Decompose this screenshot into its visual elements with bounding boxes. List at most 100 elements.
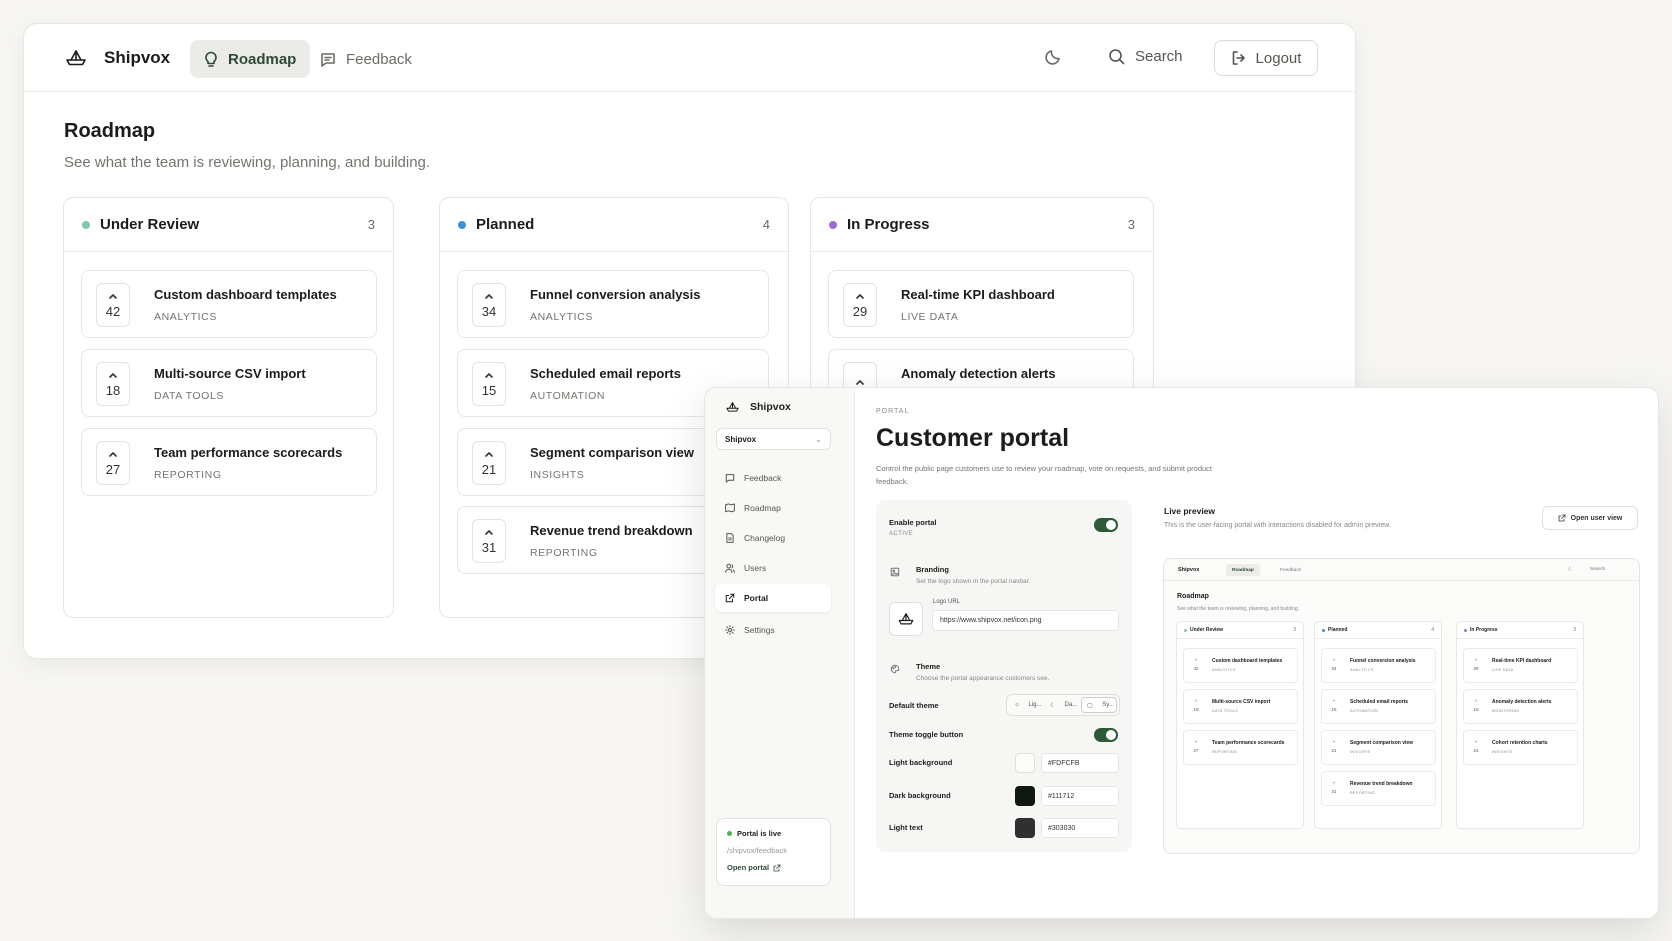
sidebar-item-portal[interactable]: Portal [715,584,831,612]
preview-card: ^ 21 Segment comparison view INSIGHTS [1321,730,1436,765]
roadmap-card[interactable]: 29 Real-time KPI dashboard LIVE DATA [828,270,1134,338]
light-text-swatch[interactable] [1015,818,1035,838]
search-button[interactable]: Search [1108,48,1183,65]
sidebar-item-settings[interactable]: Settings [715,616,831,644]
light-text-input[interactable]: #303030 [1041,818,1119,838]
preview-card: ^ 15 Scheduled email reports AUTOMATION [1321,689,1436,724]
search-icon [1108,48,1125,65]
theme-toggle-label: Theme toggle button [889,730,964,739]
live-preview-frame: Shipvox Roadmap Feedback ☾ Search Roadma… [1163,558,1640,854]
upvote-button[interactable]: 42 [96,283,130,327]
dark-background-label: Dark background [889,791,951,800]
card-title: Custom dashboard templates [154,287,337,302]
branding-title: Branding [916,565,949,574]
sidebar-item-feedback[interactable]: Feedback [715,464,831,492]
tab-roadmap-label: Roadmap [228,50,297,68]
light-background-swatch[interactable] [1015,753,1035,773]
upvote-button[interactable]: 15 [472,362,506,406]
sidebar-item-label: Portal [744,593,769,603]
roadmap-card[interactable]: 18 Multi-source CSV import DATA TOOLS [81,349,377,417]
brand-name: Shipvox [104,48,171,67]
preview-card-title: Revenue trend breakdown [1350,781,1413,787]
chevron-up-icon [485,451,493,457]
preview-column-header: Planned 4 [1315,622,1441,639]
upvote-button[interactable]: 34 [472,283,506,327]
external-link-icon [725,593,735,603]
preview-search: Search [1590,567,1606,572]
gear-icon [725,625,735,635]
dark-background-input[interactable]: #111712 [1041,786,1119,806]
portal-status-row: Portal is live [727,829,820,838]
preview-column-title: Planned [1328,627,1348,633]
theme-option-system[interactable]: ▢ Sy... [1081,697,1117,713]
card-title: Anomaly detection alerts [901,366,1056,381]
sidebar-item-changelog[interactable]: Changelog [715,524,831,552]
chevron-up-icon [856,380,864,385]
sidebar-item-roadmap[interactable]: Roadmap [715,494,831,522]
tab-feedback[interactable]: Feedback [306,40,426,78]
feedback-icon [320,52,336,67]
roadmap-card[interactable]: 42 Custom dashboard templates ANALYTICS [81,270,377,338]
card-title: Real-time KPI dashboard [901,287,1055,302]
theme-toggle-switch[interactable] [1094,728,1118,742]
upvote-button[interactable]: 29 [843,283,877,327]
admin-portal-window: Shipvox Shipvox ⌄ Feedback Roadmap Chang… [704,387,1659,919]
page-title: Customer portal [876,424,1070,452]
open-user-view-button[interactable]: Open user view [1542,506,1638,530]
preview-vote: ^ 34 [1331,658,1337,671]
theme-option-dark[interactable]: ☾ Da... [1045,697,1079,713]
chevron-up-icon [109,293,117,299]
sidebar-item-users[interactable]: Users [715,554,831,582]
document-icon [726,533,734,543]
theme-option-light[interactable]: ☼ Lig... [1009,697,1043,713]
preview-card-title: Real-time KPI dashboard [1492,658,1552,664]
logout-button[interactable]: Logout [1214,40,1318,76]
page-description: Control the public page customers use to… [876,464,1213,486]
sidebar-brand[interactable]: Shipvox [725,401,791,413]
preview-vote-count: 29 [1473,666,1479,671]
vote-count: 34 [481,303,497,319]
tab-roadmap[interactable]: Roadmap [190,40,311,78]
preview-card-category: ANALYTICS [1350,668,1374,672]
roadmap-card[interactable]: 34 Funnel conversion analysis ANALYTICS [457,270,769,338]
preview-card-category: LIVE DATA [1492,668,1514,672]
chevron-up-icon [485,293,493,299]
preview-card-category: AUTOMATION [1350,709,1378,713]
preview-column-in-progress: In Progress 3 ^ 29 Real-time KPI dashboar… [1456,621,1584,829]
light-background-input[interactable]: #FDFCFB [1041,753,1119,773]
theme-option-label: Lig... [1028,702,1042,708]
card-category: ANALYTICS [530,311,593,323]
admin-sidebar: Shipvox Shipvox ⌄ Feedback Roadmap Chang… [705,388,855,918]
sun-icon: ☼ [1014,702,1020,708]
preview-tab-feedback: Feedback [1280,567,1302,573]
live-preview-title: Live preview [1164,506,1216,516]
workspace-select[interactable]: Shipvox ⌄ [716,428,831,450]
chevron-up-icon [856,293,864,299]
card-title: Scheduled email reports [530,366,681,381]
upvote-button[interactable]: 18 [96,362,130,406]
theme-title: Theme [916,662,941,671]
logo-url-input[interactable]: https://www.shipvox.net/icon.png [932,610,1119,631]
chevron-up-icon [109,451,117,457]
upvote-button[interactable]: 27 [96,441,130,485]
open-portal-link[interactable]: Open portal [727,863,820,872]
preview-vote: ^ 29 [1473,658,1479,671]
card-category: REPORTING [530,547,598,559]
status-dot [1322,628,1325,632]
dark-background-swatch[interactable] [1015,786,1035,806]
preview-card-title: Funnel conversion analysis [1350,658,1416,664]
roadmap-card[interactable]: 27 Team performance scorecards REPORTING [81,428,377,496]
upvote-button[interactable]: 31 [472,519,506,563]
boat-logo-icon [725,401,740,413]
portal-path: /shipvox/feedback [727,846,788,855]
boat-logo-icon [64,49,88,67]
column-header: In Progress 3 [811,198,1153,252]
preview-card: ^ 27 Team performance scorecards REPORTIN… [1183,730,1298,765]
default-theme-selector: ☼ Lig... ☾ Da... ▢ Sy... [1006,694,1120,716]
card-category: AUTOMATION [530,390,606,402]
brand[interactable]: Shipvox [64,48,170,68]
upvote-button[interactable]: 21 [472,441,506,485]
theme-toggle-button[interactable] [1044,48,1062,66]
enable-portal-toggle[interactable] [1094,518,1118,532]
preview-vote: ^ 24 [1473,740,1479,753]
